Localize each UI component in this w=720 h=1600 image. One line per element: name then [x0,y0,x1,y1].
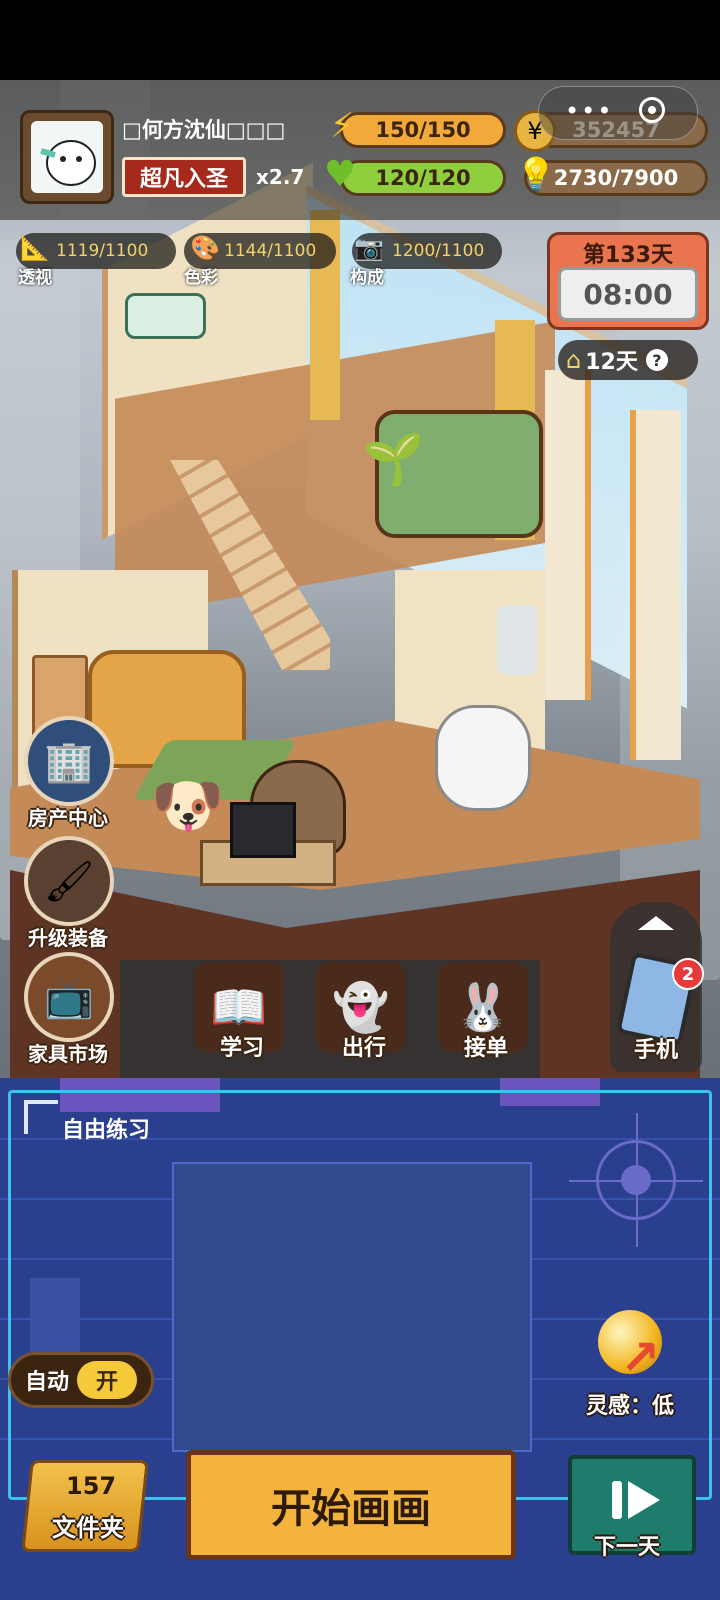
skill-composition-label: 构成 [350,268,384,288]
shower-head [497,605,537,675]
skill-perspective-label: 透视 [18,268,52,288]
folder-count: 157 [66,1472,117,1500]
paintbrush-icon: 🖌 [24,836,114,926]
furniture-market-button[interactable]: 📺 家具市场 [24,952,124,1067]
travel-label: 出行 [341,1036,386,1061]
take-order-label: 接单 [463,1036,508,1061]
study-label: 学习 [219,1036,264,1061]
status-bar [0,0,720,80]
upgrade-equipment-button[interactable]: 🖌 升级装备 [24,836,124,951]
skill-color-label: 色彩 [184,268,218,288]
clock-time: 08:00 [583,277,673,311]
lightning-icon: ⚡ [330,106,354,146]
camera-icon: 📷 [354,234,384,262]
health-bar: 120/120 [340,160,506,196]
lightbulb-icon: 💡 [516,155,556,193]
curtain [545,370,591,700]
heart-icon: ♥ [323,153,357,195]
avatar-face-icon [40,140,96,186]
air-conditioner [125,293,206,339]
building-icon: 🏢 [24,716,114,806]
close-mini-program-icon[interactable] [639,97,665,123]
inspiration-points-value: 2730/7900 [553,166,679,190]
notification-badge: 2 [672,958,704,990]
day-counter: 第133天 [583,243,673,268]
folder-label: 文件夹 [52,1514,124,1542]
chevron-up-icon[interactable] [638,916,674,930]
skip-forward-icon [610,1477,664,1527]
folder-button[interactable]: 157 文件夹 [21,1452,149,1558]
calendar: 第133天 08:00 [547,232,709,330]
avatar[interactable] [20,110,114,204]
study-button[interactable]: 📖 学习 [194,962,290,1062]
skill-perspective-value: 1119/1100 [56,241,149,261]
player-name: □何方沈仙□□□ [122,118,286,142]
auto-toggle[interactable]: 自动 开 [8,1352,154,1408]
auto-label: 自动 [25,1370,70,1395]
monitor [230,802,296,858]
trend-arrow-icon: ↗ [620,1330,661,1386]
phone-label: 手机 [633,1038,678,1063]
start-drawing-button[interactable]: 开始画画 [186,1450,516,1560]
rank-badge: 超凡入圣 [122,157,246,197]
more-icon[interactable]: ••• [565,97,613,125]
house-icon: ⌂ [566,346,582,374]
drawing-canvas[interactable] [172,1162,532,1452]
furniture-icon: 📺 [24,952,114,1042]
plant: 🌱 [362,430,425,488]
ruler-icon: 📐 [20,234,50,262]
next-day-label: 下一天 [594,1535,661,1560]
mode-label: 自由练习 [62,1118,151,1143]
curtain [630,410,681,760]
help-icon[interactable]: ? [645,349,668,371]
health-value: 120/120 [375,166,471,190]
rent-days-badge[interactable]: ⌂ 12天 ? [558,340,698,380]
energy-bar: 150/150 [340,112,506,148]
skill-composition-value: 1200/1100 [392,241,485,261]
furniture-market-label: 家具市场 [28,1042,108,1066]
toilet [435,705,531,811]
rent-days-value: 12天 [585,350,638,375]
energy-value: 150/150 [375,118,471,142]
take-order-button[interactable]: 🐰 接单 [438,962,534,1062]
phone-panel[interactable]: 2 手机 [610,902,704,1072]
multiplier: x2.7 [256,165,305,189]
inspiration-level: 灵感：低 [586,1394,675,1419]
next-day-button[interactable]: 下一天 [568,1455,696,1560]
upgrade-equipment-label: 升级装备 [28,926,108,950]
real-estate-button[interactable]: 🏢 房产中心 [24,716,124,831]
avatar-image [31,121,103,193]
panel-corner-bracket [24,1100,58,1134]
palette-icon: 🎨 [190,234,220,262]
real-estate-label: 房产中心 [28,806,108,830]
travel-button[interactable]: 👻 出行 [316,962,412,1062]
dog: 🐶 [150,771,225,841]
mini-program-capsule: ••• [538,86,698,140]
clock: 08:00 [558,267,698,321]
auto-state: 开 [77,1361,138,1399]
skill-color-value: 1144/1100 [224,241,317,261]
crosshair-icon [569,1113,703,1247]
